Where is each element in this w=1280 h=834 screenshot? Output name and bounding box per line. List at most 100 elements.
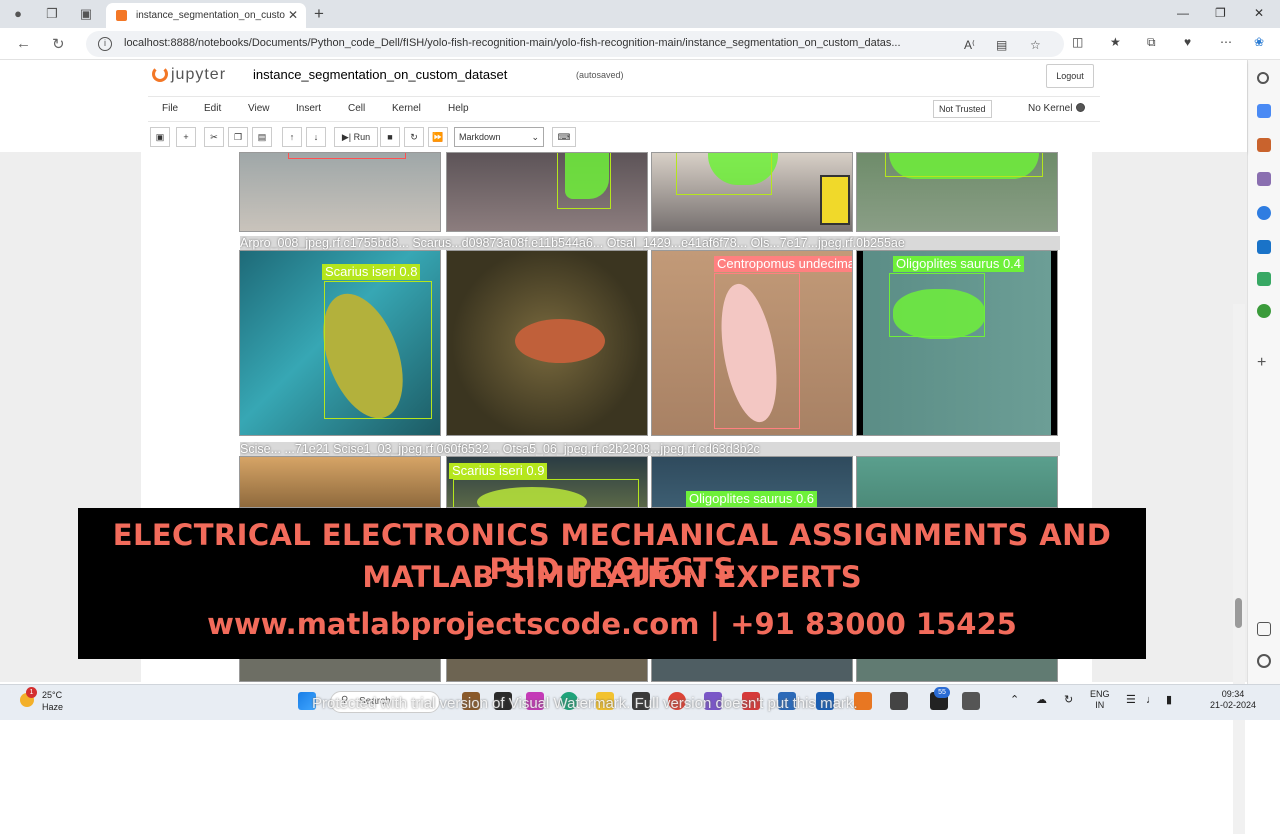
jupyter-favicon-icon [116,10,127,21]
tab-actions-icon[interactable]: ▣ [78,6,94,22]
detection-label: Scarius iseri 0.8 [322,264,421,280]
browser-tab[interactable]: instance_segmentation_on_custo ✕ [106,3,306,28]
not-trusted-indicator[interactable]: Not Trusted [933,100,992,118]
interrupt-icon[interactable]: ■ [380,127,400,147]
menu-edit[interactable]: Edit [204,103,221,114]
menu-kernel[interactable]: Kernel [392,103,421,114]
copilot-icon[interactable]: ❀ [1254,35,1264,49]
url-box[interactable]: i localhost:8888/notebooks/Documents/Pyt… [86,31,1064,57]
more-options-icon[interactable]: ⋯ [1220,35,1232,49]
outlook-icon[interactable] [1257,240,1271,254]
cut-icon[interactable]: ✂ [204,127,224,147]
logout-button[interactable]: Logout [1046,64,1094,88]
detection-label: Oligoplites saurus 0.4 [893,256,1025,272]
menu-view[interactable]: View [248,103,270,114]
detection-box [453,479,639,507]
language-indicator[interactable]: ENG IN [1090,689,1110,711]
minimize-icon[interactable]: — [1177,6,1189,20]
restart-run-all-icon[interactable]: ⏩ [428,127,448,147]
cell-type-select[interactable]: Markdown ⌄ [454,127,544,147]
favorite-star-icon[interactable]: ☆ [1030,38,1041,52]
jupyter-logo[interactable]: jupyter [152,66,226,84]
split-view-icon[interactable]: ◫ [1072,35,1083,49]
result-image: Scarius iseri 0.8 [239,250,441,436]
add-icon[interactable]: + [1257,355,1271,371]
search-icon[interactable] [1257,72,1269,84]
maximize-icon[interactable]: ❐ [1215,6,1226,20]
tag-icon[interactable] [1257,104,1271,118]
save-icon[interactable]: ▣ [150,127,170,147]
result-image [239,456,441,508]
kernel-status: No Kernel [1028,103,1086,114]
settings-icon[interactable] [1257,654,1271,668]
games-icon[interactable] [1257,172,1271,186]
split-screen-icon[interactable]: ▤ [996,38,1007,52]
menu-cell[interactable]: Cell [348,103,365,114]
menu-bar: File Edit View Insert Cell Kernel Help N… [148,96,1100,122]
volume-icon[interactable]: ♩ [1146,695,1157,706]
address-bar: ← ↻ i localhost:8888/notebooks/Documents… [0,28,1280,60]
page-scrollbar[interactable] [1233,304,1245,834]
result-image [446,152,648,232]
region-code: IN [1095,700,1105,710]
sidebar-toggle-icon[interactable] [1257,622,1271,636]
menu-help[interactable]: Help [448,103,469,114]
detection-box [676,153,772,195]
kernel-indicator-icon [1076,103,1086,112]
clock[interactable]: 09:34 21-02-2024 [1210,689,1256,711]
keyboard-icon[interactable]: ⌨ [552,127,576,147]
result-image [446,658,648,682]
close-window-icon[interactable]: ✕ [1254,6,1264,20]
favorites-icon[interactable]: ★ [1110,35,1121,49]
insert-cell-icon[interactable]: + [176,127,196,147]
scrollbar-thumb[interactable] [1235,598,1242,628]
info-icon[interactable]: i [98,37,112,51]
language-code: ENG [1090,689,1110,699]
profile-icon[interactable]: ● [10,6,26,22]
menu-insert[interactable]: Insert [296,103,321,114]
workspaces-icon[interactable]: ❐ [44,6,60,22]
collections-icon[interactable]: ⧉ [1147,35,1156,50]
weather-badge: 1 [26,687,37,698]
result-image [651,152,853,232]
send-icon[interactable] [1257,272,1271,286]
result-image [239,658,441,682]
back-icon[interactable]: ← [16,35,31,52]
taskbar-app-icon[interactable] [962,692,980,710]
new-tab-icon[interactable]: + [314,4,324,24]
fish-body [515,319,605,363]
result-image [856,658,1058,682]
result-image [856,152,1058,232]
detection-box [885,153,1043,177]
onedrive-icon[interactable]: ☁ [1036,695,1047,706]
yellow-object [820,175,850,225]
sync-icon[interactable]: ↻ [1064,695,1073,706]
detection-label: Centropomus undecimalis [714,256,852,272]
browser-essentials-icon[interactable]: ♥ [1184,35,1191,49]
move-down-icon[interactable]: ↓ [306,127,326,147]
copy-icon[interactable]: ❐ [228,127,248,147]
weather-widget[interactable]: 25°C Haze [42,689,63,713]
url-text[interactable]: localhost:8888/notebooks/Documents/Pytho… [124,37,954,49]
paste-icon[interactable]: ▤ [252,127,272,147]
restart-icon[interactable]: ↻ [404,127,424,147]
battery-icon[interactable]: ▮ [1166,695,1172,706]
read-aloud-icon[interactable]: A⁽ [964,38,975,52]
toolbox-icon[interactable] [1257,138,1271,152]
m365-icon[interactable] [1257,206,1271,220]
wifi-icon[interactable]: ☰ [1126,695,1136,706]
tree-icon[interactable] [1257,304,1271,318]
notebook-title[interactable]: instance_segmentation_on_custom_dataset [253,67,507,82]
taskbar-app-icon[interactable] [890,692,908,710]
run-button[interactable]: ▶| Run [334,127,378,147]
move-up-icon[interactable]: ↑ [282,127,302,147]
menu-file[interactable]: File [162,103,178,114]
edge-sidebar: + [1247,60,1280,684]
chevron-up-icon[interactable]: ⌃ [1010,695,1019,706]
close-tab-icon[interactable]: ✕ [288,8,298,22]
autosave-status: (autosaved) [576,70,624,80]
jupyter-logo-icon [152,66,168,82]
refresh-icon[interactable]: ↻ [52,35,65,53]
notebook-toolbar: ▣ + ✂ ❐ ▤ ↑ ↓ ▶| Run ■ ↻ ⏩ Markdown ⌄ ⌨ [148,124,1100,150]
browser-tab-bar: ● ❐ ▣ instance_segmentation_on_custo ✕ +… [0,0,1280,28]
